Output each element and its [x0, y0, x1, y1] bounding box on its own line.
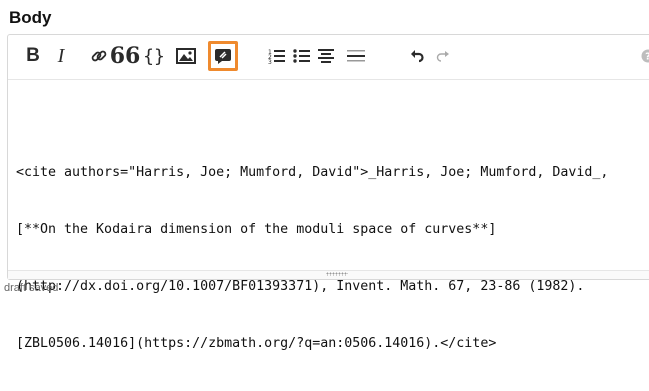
citation-button[interactable] [208, 41, 238, 71]
unordered-list-icon [293, 48, 311, 64]
markdown-editor[interactable]: B I 66 {} 1 2 [7, 34, 649, 280]
editor-toolbar: B I 66 {} 1 2 [8, 35, 649, 80]
bold-icon: B [26, 45, 40, 67]
link-icon [90, 47, 108, 65]
horizontal-rule-icon [346, 48, 366, 64]
editor-line: [**On the Kodaira dimension of the modul… [16, 220, 649, 239]
undo-icon [410, 49, 424, 63]
help-icon: ? [641, 49, 649, 63]
link-button[interactable] [88, 41, 110, 71]
resize-handle[interactable] [8, 270, 649, 279]
grip-icon [326, 272, 348, 276]
heading-button[interactable] [315, 41, 337, 71]
code-icon: {} [143, 46, 165, 67]
field-label: Body [9, 8, 52, 28]
image-icon [176, 48, 196, 64]
ordered-list-button[interactable]: 1 2 3 [266, 41, 288, 71]
editor-line: [ZBL0506.14016](https://zbmath.org/?q=an… [16, 334, 649, 353]
redo-icon [436, 49, 450, 63]
svg-text:?: ? [645, 52, 649, 63]
horizontal-rule-button[interactable] [343, 41, 369, 71]
editor-line: <cite authors="Harris, Joe; Mumford, Dav… [16, 163, 649, 182]
redo-button[interactable] [434, 41, 452, 71]
blockquote-button[interactable]: 66 [112, 41, 138, 71]
editor-line: (http://dx.doi.org/10.1007/BF01393371), … [16, 277, 649, 296]
italic-icon: I [58, 45, 65, 68]
undo-button[interactable] [408, 41, 426, 71]
code-button[interactable]: {} [140, 41, 168, 71]
italic-button[interactable]: I [50, 41, 72, 71]
bold-button[interactable]: B [22, 41, 44, 71]
blockquote-icon: 66 [110, 43, 141, 69]
help-button[interactable]: ? [638, 41, 649, 71]
editor-content[interactable]: <cite authors="Harris, Joe; Mumford, Dav… [16, 125, 649, 391]
save-status: draft saved [4, 282, 58, 294]
unordered-list-button[interactable] [291, 41, 313, 71]
ordered-list-icon: 1 2 3 [268, 48, 286, 64]
heading-icon [317, 48, 335, 64]
svg-text:3: 3 [268, 59, 272, 64]
image-button[interactable] [174, 41, 198, 71]
citation-icon [214, 48, 232, 64]
